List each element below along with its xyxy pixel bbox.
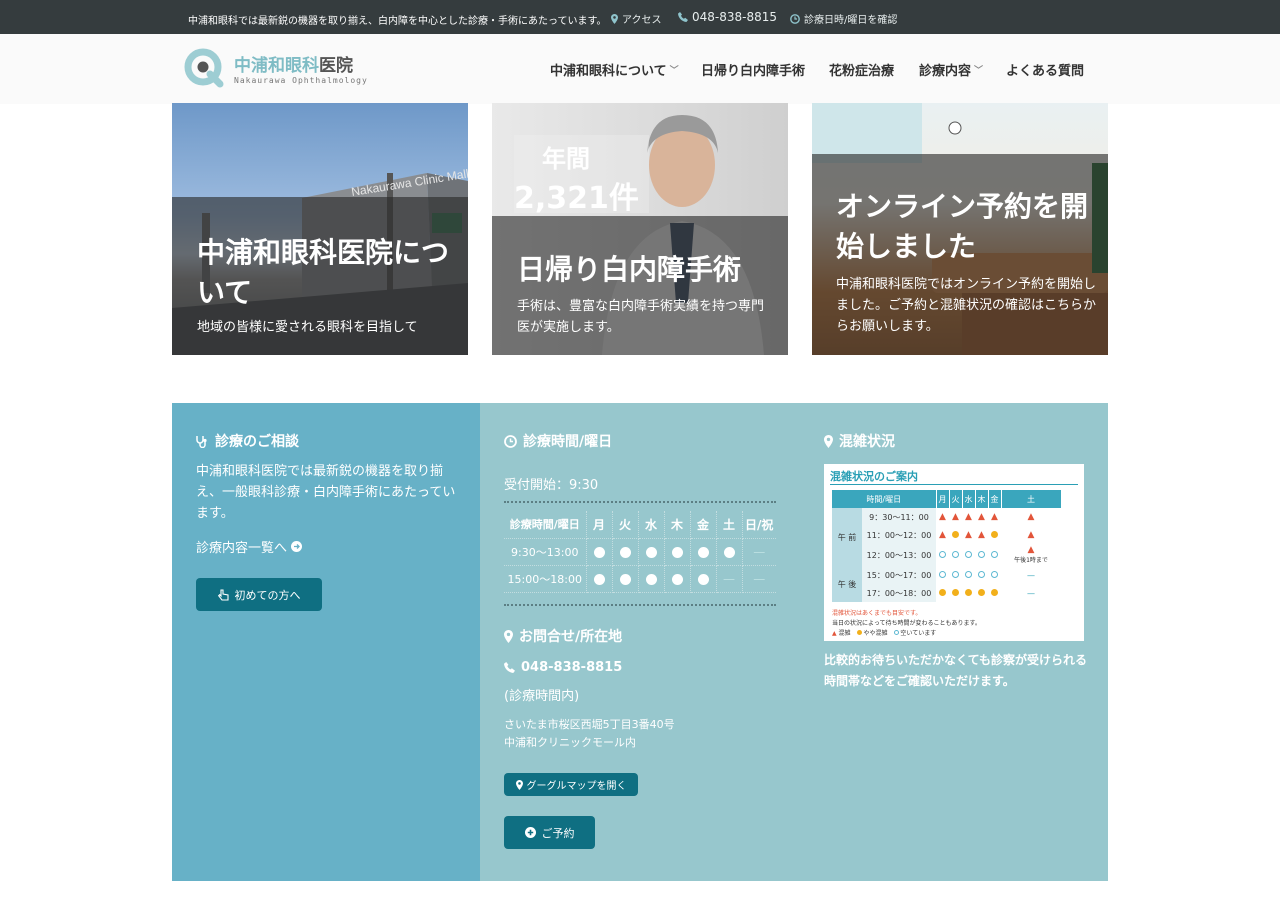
map-pin-icon: [611, 13, 618, 24]
card-cataract[interactable]: 年間 2,321件 日帰り白内障手術 手術は、豊富な白内障手術実績を持つ専門医が…: [492, 103, 788, 355]
open-dot: [671, 546, 683, 558]
congestion-table: 時間/曜日 月 火 水 木 金 土 午 前 9：30〜11：00 ▲ ▲ ▲ ▲ ▲ ▲…: [832, 490, 1062, 602]
phone-note: (診療時間内): [504, 689, 580, 704]
card-cataract-title: 日帰り白内障手術: [517, 253, 742, 286]
map-pin-icon: [504, 629, 513, 643]
congestion-legend: ▲ 混雑 やや混雑 空いています: [832, 630, 937, 637]
card-online-desc: 中浦和眼科医院ではオンライン予約を開始しました。ご予約と混雑状況の確認はこちらか…: [836, 277, 1097, 334]
open-dot: [645, 546, 657, 558]
address-line-1: さいたま市桜区西堀5丁目3番40号: [504, 718, 675, 731]
contact-heading: お問合せ/所在地: [504, 626, 622, 646]
address: さいたま市桜区西堀5丁目3番40号 中浦和クリニックモール内: [504, 716, 675, 752]
map-pin-icon: [515, 779, 523, 790]
reserve-button[interactable]: ご予約: [504, 816, 595, 849]
card-about-overlay: 中浦和眼科医院について 地域の皆様に愛される眼科を目指して: [172, 197, 468, 355]
surgery-count: 2,321件: [514, 181, 639, 216]
site-header: 中浦和眼科医院 Nakaurawa Ophthalmology 中浦和眼科につい…: [0, 34, 1280, 104]
access-label: アクセス: [622, 15, 662, 26]
hours-row-morning: 9:30〜13:00 —: [504, 538, 776, 566]
hand-pointer-icon: [217, 588, 229, 601]
hours-column: 診療時間/曜日 受付開始：9:30 診療時間/曜日 月 火 水 木 金 土 日/…: [480, 403, 800, 881]
closed-dash: —: [723, 571, 735, 586]
card-about-desc: 地域の皆様に愛される眼科を目指して: [197, 320, 418, 335]
nav-services[interactable]: 診療内容 ﹀: [919, 60, 983, 79]
closed-dash: —: [753, 544, 766, 559]
phone-number: 048-838-8815: [692, 10, 778, 24]
congestion-heading: 混雑状況: [824, 431, 895, 451]
hours-table: 診療時間/曜日 月 火 水 木 金 土 日/祝 9:30〜13:00 — 15:…: [504, 511, 776, 593]
schedule-link[interactable]: 診療日時/曜日を確認: [790, 11, 897, 26]
nav-cataract-surgery[interactable]: 日帰り白内障手術: [701, 60, 805, 79]
logo-eye-icon: [184, 48, 224, 88]
hours-heading: 診療時間/曜日: [504, 431, 612, 451]
open-dot: [723, 546, 735, 558]
open-dot: [593, 546, 605, 558]
chevron-down-icon: ﹀: [974, 66, 984, 76]
open-dot: [593, 573, 605, 585]
consult-body: 中浦和眼科医院では最新鋭の機器を取り揃え、一般眼科診療・白内障手術にあたっていま…: [196, 464, 456, 521]
arrow-circle-right-icon: [291, 541, 303, 552]
congestion-note-1: 混雑状況はあくまでも目安です。: [832, 610, 922, 617]
logo-english: Nakaurawa Ophthalmology: [234, 76, 368, 85]
card-online-reservation[interactable]: オンライン予約を開始しました 中浦和眼科医院ではオンライン予約を開始しました。ご…: [812, 103, 1108, 355]
plus-circle-icon: [524, 827, 536, 838]
top-bar-message: 中浦和眼科では最新鋭の機器を取り揃え、白内障を中心とした診療・手術にあたっていま…: [188, 16, 607, 27]
open-dot: [671, 573, 683, 585]
hours-header-row: 診療時間/曜日 月 火 水 木 金 土 日/祝: [504, 511, 776, 539]
nav-faq[interactable]: よくある質問: [1006, 60, 1084, 79]
phone-link[interactable]: 048-838-8815: [678, 10, 777, 24]
open-dot: [645, 573, 657, 585]
consult-heading: 診療のご相談: [196, 431, 299, 451]
congestion-caption: 比較的お待ちいただかなくても診察が受けられる時間帯などをご確認いただけます。: [824, 653, 1088, 688]
card-cataract-desc: 手術は、豊富な白内障手術実績を持つ専門医が実施します。: [517, 299, 765, 335]
map-pin-icon: [824, 434, 833, 448]
closed-dash: —: [753, 571, 766, 586]
nav-hay-fever[interactable]: 花粉症治療: [829, 60, 894, 79]
top-bar: 中浦和眼科では最新鋭の機器を取り揃え、白内障を中心とした診療・手術にあたっていま…: [0, 0, 1280, 34]
card-online-title: オンライン予約を開始しました: [836, 190, 1089, 263]
google-map-button[interactable]: グーグルマップを開く: [504, 773, 638, 796]
first-visit-button[interactable]: 初めての方へ: [196, 578, 322, 611]
card-about[interactable]: Nakaurawa Clinic Mall 中浦和眼科医院について 地域の皆様に…: [172, 103, 468, 355]
phone-icon: [504, 662, 515, 673]
open-dot: [697, 573, 709, 585]
congestion-note-2: 当日の状況によって待ち時間が変わることもあります。: [832, 620, 981, 627]
consult-column: 診療のご相談 中浦和眼科医院では最新鋭の機器を取り揃え、一般眼科診療・白内障手術…: [172, 403, 480, 881]
surgery-count-label: 年間: [542, 145, 590, 173]
congestion-chart-image: 混雑状況のご案内 時間/曜日 月 火 水 木 金 土 午 前 9：30〜11：0…: [824, 464, 1084, 641]
reception-start: 受付開始：9:30: [504, 478, 599, 493]
open-dot: [697, 546, 709, 558]
access-link[interactable]: アクセス: [611, 11, 662, 26]
nav-about[interactable]: 中浦和眼科について ﹀: [550, 60, 679, 79]
address-line-2: 中浦和クリニックモール内: [504, 736, 636, 749]
hours-row-afternoon: 15:00〜18:00 — —: [504, 565, 776, 593]
schedule-label: 診療日時/曜日を確認: [804, 15, 898, 26]
clock-icon: [504, 434, 517, 448]
contact-phone[interactable]: 048-838-8815: [504, 660, 622, 675]
card-cataract-overlay: 日帰り白内障手術 手術は、豊富な白内障手術実績を持つ専門医が実施します。: [492, 216, 788, 355]
site-logo[interactable]: 中浦和眼科医院 Nakaurawa Ophthalmology: [184, 48, 368, 88]
card-about-title: 中浦和眼科医院について: [197, 236, 450, 309]
congestion-image-title: 混雑状況のご案内: [830, 470, 918, 483]
stethoscope-icon: [196, 435, 207, 448]
card-online-overlay: オンライン予約を開始しました 中浦和眼科医院ではオンライン予約を開始しました。ご…: [812, 154, 1108, 355]
open-dot: [619, 546, 631, 558]
phone-icon: [678, 12, 688, 22]
info-section: 診療のご相談 中浦和眼科医院では最新鋭の機器を取り揃え、一般眼科診療・白内障手術…: [172, 403, 1108, 881]
services-list-link[interactable]: 診療内容一覧へ: [196, 537, 303, 556]
open-dot: [619, 573, 631, 585]
clock-icon: [790, 13, 800, 24]
chevron-down-icon: ﹀: [669, 66, 679, 76]
logo-name: 中浦和眼科医院: [234, 56, 353, 76]
